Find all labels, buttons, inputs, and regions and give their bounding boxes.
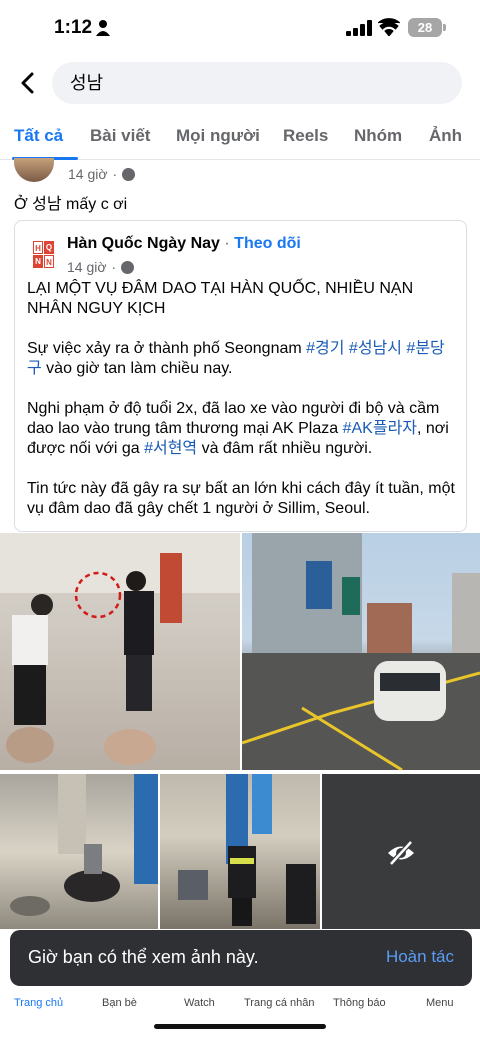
nav-home[interactable]: Trang chủ bbox=[14, 997, 63, 1009]
paragraph-2: Nghi phạm ở độ tuổi 2x, đã lao xe vào ng… bbox=[27, 400, 449, 457]
tab-groups[interactable]: Nhóm bbox=[354, 126, 402, 146]
tab-photos[interactable]: Ảnh bbox=[429, 126, 462, 146]
undo-button[interactable]: Hoàn tác bbox=[386, 947, 454, 967]
toast-message: Giờ bạn có thể xem ảnh này. bbox=[28, 947, 259, 967]
headline: LẠI MỘT VỤ ĐÂM DAO TẠI HÀN QUỐC, NHIỀU N… bbox=[27, 280, 414, 317]
post-meta: 14 giờ · bbox=[68, 166, 136, 182]
post-time: 14 giờ bbox=[68, 166, 108, 182]
post-text: Ở 성남 mấy c ơi bbox=[14, 196, 128, 213]
avatar[interactable] bbox=[14, 158, 54, 182]
person-icon bbox=[96, 20, 110, 36]
nav-menu[interactable]: Menu bbox=[426, 997, 454, 1009]
follow-button[interactable]: Theo dõi bbox=[234, 235, 301, 252]
hashtag-station[interactable]: #서현역 bbox=[144, 440, 197, 457]
paragraph-3: Tin tức này đã gây ra sự bất an lớn khi … bbox=[27, 480, 455, 517]
page-name[interactable]: Hàn Quốc Ngày Nay bbox=[67, 235, 220, 252]
page-logo[interactable]: H Q N N bbox=[33, 241, 55, 269]
search-row: 성남 bbox=[0, 60, 480, 106]
filter-tabs: Tất cả Bài viết Mọi người Reels Nhóm Ảnh bbox=[0, 116, 480, 160]
paragraph-1: Sự việc xảy ra ở thành phố Seongnam #경기 … bbox=[27, 340, 445, 377]
photo-2[interactable] bbox=[242, 533, 480, 770]
photo-1[interactable] bbox=[0, 533, 240, 770]
shared-post-card[interactable]: H Q N N Hàn Quốc Ngày Nay · Theo dõi 14 … bbox=[14, 220, 467, 532]
status-bar: 1:12 28 bbox=[0, 0, 480, 56]
wifi-icon bbox=[378, 18, 400, 36]
shared-time: 14 giờ bbox=[67, 259, 107, 275]
tab-all[interactable]: Tất cả bbox=[14, 126, 63, 146]
photo-3[interactable] bbox=[0, 774, 158, 929]
signal-icon bbox=[346, 20, 372, 36]
page-name-line: Hàn Quốc Ngày Nay · Theo dõi bbox=[67, 235, 301, 252]
toast-notification: Giờ bạn có thể xem ảnh này. Hoàn tác bbox=[10, 930, 472, 986]
battery-indicator: 28 bbox=[408, 18, 446, 37]
photo-4[interactable] bbox=[160, 774, 320, 929]
hashtag-ak[interactable]: #AK플라자 bbox=[343, 420, 417, 437]
search-input[interactable]: 성남 bbox=[52, 62, 462, 104]
nav-notifications[interactable]: Thông báo bbox=[333, 997, 386, 1009]
nav-profile[interactable]: Trang cá nhân bbox=[244, 997, 315, 1009]
nav-friends[interactable]: Bạn bè bbox=[102, 997, 137, 1009]
tab-people[interactable]: Mọi người bbox=[176, 126, 260, 146]
bottom-navigation: Trang chủ Bạn bè Watch Trang cá nhân Thô… bbox=[0, 986, 480, 1039]
home-indicator[interactable] bbox=[154, 1024, 326, 1029]
tab-posts[interactable]: Bài viết bbox=[90, 126, 150, 146]
tab-reels[interactable]: Reels bbox=[283, 126, 328, 146]
eye-slash-icon[interactable] bbox=[386, 840, 416, 866]
shared-body: LẠI MỘT VỤ ĐÂM DAO TẠI HÀN QUỐC, NHIỀU N… bbox=[27, 279, 459, 539]
back-arrow-icon[interactable] bbox=[14, 68, 42, 98]
status-time: 1:12 bbox=[54, 17, 93, 38]
shared-meta: 14 giờ · bbox=[67, 259, 135, 275]
globe-icon bbox=[121, 260, 135, 274]
nav-watch[interactable]: Watch bbox=[184, 997, 215, 1009]
globe-icon bbox=[122, 167, 136, 181]
